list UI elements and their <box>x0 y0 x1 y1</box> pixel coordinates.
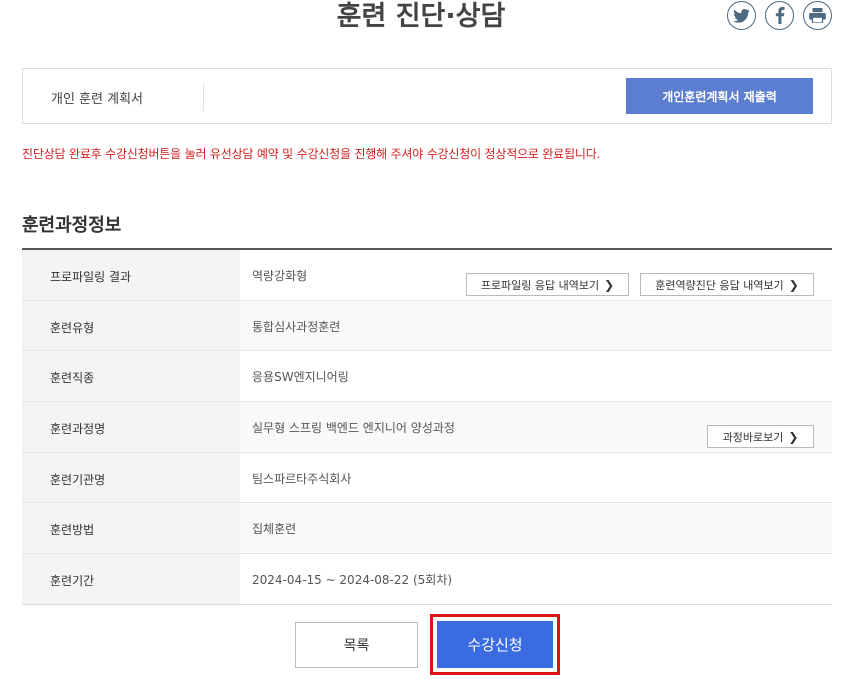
page-title: 훈련 진단·상담 <box>336 1 506 32</box>
row-value: 2024-04-15 ~ 2024-08-22 (5회차) <box>252 573 453 588</box>
apply-button[interactable]: 수강신청 <box>437 621 553 668</box>
list-button[interactable]: 목록 <box>295 622 418 668</box>
twitter-share-button[interactable] <box>727 1 756 30</box>
print-icon <box>809 8 826 23</box>
row-value: 응용SW엔지니어링 <box>252 370 349 385</box>
row-value-cell: 실무형 스프링 백엔드 엔지니어 양성과정 과정바로보기 ❯ <box>240 402 832 452</box>
row-label: 훈련과정명 <box>22 402 240 452</box>
section-title: 훈련과정정보 <box>22 215 122 236</box>
table-row: 훈련유형 통합심사과정훈련 <box>22 300 832 352</box>
chevron-right-icon: ❯ <box>604 277 615 292</box>
row-value: 팀스파르타주식회사 <box>252 471 352 486</box>
table-row: 훈련방법 집체훈련 <box>22 503 832 555</box>
diagnosis-response-button[interactable]: 훈련역량진단 응답 내역보기 ❯ <box>640 273 814 296</box>
row-value: 역량강화형 <box>252 269 308 283</box>
table-row: 훈련기관명 팀스파르타주식회사 <box>22 452 832 504</box>
table-row: 훈련과정명 실무형 스프링 백엔드 엔지니어 양성과정 과정바로보기 ❯ <box>22 402 832 453</box>
row-value: 통합심사과정훈련 <box>240 300 832 351</box>
apply-highlight: 수강신청 <box>430 614 560 675</box>
training-plan-box: 개인 훈련 계획서 개인훈련계획서 재출력 <box>22 68 832 124</box>
training-plan-label: 개인 훈련 계획서 <box>51 92 143 107</box>
row-value-cell: 역량강화형 프로파일링 응답 내역보기 ❯ 훈련역량진단 응답 내역보기 ❯ <box>240 250 832 300</box>
row-label: 훈련기관명 <box>22 452 240 503</box>
table-row: 프로파일링 결과 역량강화형 프로파일링 응답 내역보기 ❯ 훈련역량진단 응답… <box>22 250 832 301</box>
row-label: 훈련직종 <box>22 351 240 402</box>
course-view-button[interactable]: 과정바로보기 ❯ <box>707 425 814 449</box>
course-info-table: 프로파일링 결과 역량강화형 프로파일링 응답 내역보기 ❯ 훈련역량진단 응답… <box>22 248 832 605</box>
print-button[interactable] <box>803 1 832 30</box>
facebook-share-button[interactable] <box>765 1 794 30</box>
reprint-plan-button[interactable]: 개인훈련계획서 재출력 <box>626 78 813 114</box>
row-value: 실무형 스프링 백엔드 엔지니어 양성과정 <box>252 421 455 436</box>
share-toolbar <box>727 1 832 30</box>
table-row: 훈련기간 2024-04-15 ~ 2024-08-22 (5회차) <box>22 554 832 605</box>
row-value: 집체훈련 <box>240 503 832 554</box>
row-label: 훈련방법 <box>22 503 240 554</box>
row-label: 훈련유형 <box>22 300 240 351</box>
table-row: 훈련직종 응용SW엔지니어링 <box>22 351 832 403</box>
button-label: 프로파일링 응답 내역보기 <box>480 278 600 292</box>
row-label: 훈련기간 <box>22 554 240 604</box>
button-label: 과정바로보기 <box>722 430 784 444</box>
chevron-right-icon: ❯ <box>788 277 799 292</box>
chevron-right-icon: ❯ <box>788 429 799 444</box>
profiling-response-button[interactable]: 프로파일링 응답 내역보기 ❯ <box>466 273 629 296</box>
divider <box>203 83 204 111</box>
button-label: 훈련역량진단 응답 내역보기 <box>655 278 784 292</box>
twitter-icon <box>733 8 750 23</box>
row-label: 프로파일링 결과 <box>22 250 240 300</box>
notice-text: 진단상담 완료후 수강신청버튼을 눌러 유선상담 예약 및 수강신청을 진행해 … <box>22 147 601 161</box>
facebook-icon <box>775 7 785 24</box>
